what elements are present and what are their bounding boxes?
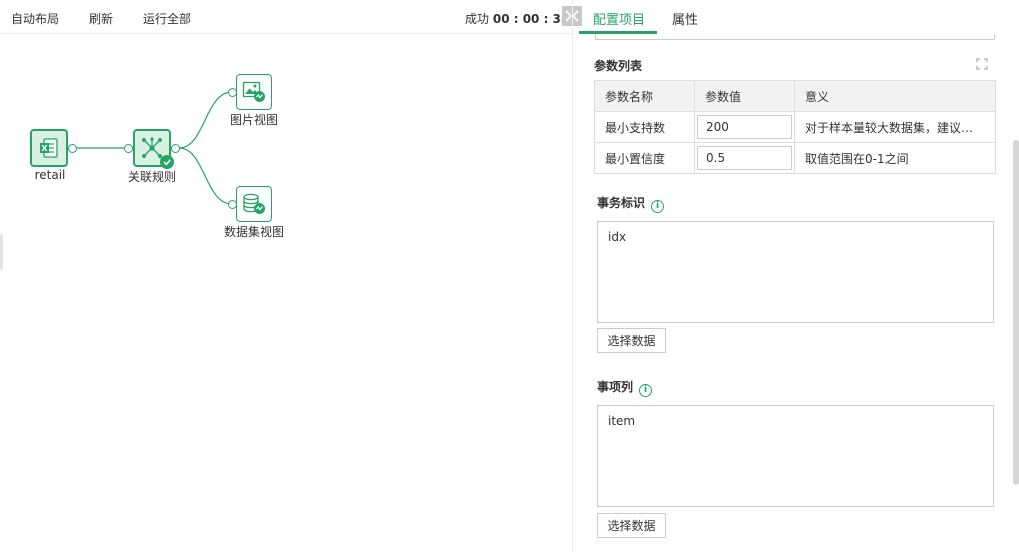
workflow-canvas[interactable]: X retail 关联规则 图片视图 数据集视图 <box>0 34 572 552</box>
node-links <box>77 91 233 205</box>
info-icon[interactable]: i <box>639 384 653 397</box>
select-transaction-data-button[interactable]: 选择数据 <box>597 328 666 353</box>
item-column-field[interactable]: item <box>597 405 994 507</box>
node-association-label: 关联规则 <box>127 170 177 184</box>
auto-layout-button[interactable]: 自动布局 <box>11 10 59 27</box>
network-icon <box>142 137 162 158</box>
image-chart-icon <box>242 81 265 102</box>
svg-text:X: X <box>41 144 48 153</box>
transaction-id-field[interactable]: idx <box>597 221 994 323</box>
image-view-input-port[interactable] <box>228 88 237 97</box>
header-meaning: 意义 <box>794 80 996 112</box>
node-dataset-view-label: 数据集视图 <box>223 225 285 239</box>
panel-scrollbar[interactable] <box>1013 140 1019 485</box>
expand-icon[interactable] <box>976 58 988 70</box>
min-support-input[interactable] <box>697 115 792 139</box>
canvas-toolbar: 自动布局 刷新 运行全部 成功 00 : 00 : 35 <box>0 0 572 34</box>
info-icon[interactable]: i <box>651 200 665 213</box>
link-association-image <box>178 91 233 149</box>
database-chart-icon <box>243 193 265 214</box>
refresh-button[interactable]: 刷新 <box>89 10 113 27</box>
node-retail-label: retail <box>34 168 66 182</box>
select-item-data-button[interactable]: 选择数据 <box>597 513 666 538</box>
node-image-view[interactable] <box>236 74 272 110</box>
left-drawer-handle[interactable] <box>0 234 3 270</box>
param-meaning-cell: 取值范围在0-1之间 <box>794 142 996 174</box>
retail-output-port[interactable] <box>68 144 77 153</box>
status-label: 成功 <box>465 12 490 26</box>
table-header-row: 参数名称 参数值 意义 <box>594 80 996 112</box>
association-output-port[interactable] <box>171 144 180 153</box>
success-check-icon <box>160 155 174 169</box>
workflow-editor: 自动布局 刷新 运行全部 成功 00 : 00 : 35 X retail 关联… <box>0 0 1019 552</box>
association-input-port[interactable] <box>124 144 133 153</box>
min-confidence-input[interactable] <box>697 146 792 170</box>
run-all-button[interactable]: 运行全部 <box>143 10 191 27</box>
status-time: 00 : 00 : 35 <box>492 12 570 26</box>
table-row: 最小置信度 取值范围在0-1之间 <box>594 142 996 174</box>
param-name-cell: 最小支持数 <box>594 111 695 143</box>
param-name-cell: 最小置信度 <box>594 142 695 174</box>
previous-field-edge <box>595 34 995 40</box>
item-column-heading: 事项列 i <box>597 378 653 397</box>
param-value-cell <box>694 142 795 174</box>
transaction-id-title: 事务标识 <box>597 196 646 210</box>
excel-file-icon: X <box>40 138 58 158</box>
run-status: 成功 00 : 00 : 35 <box>465 10 569 27</box>
tab-properties[interactable]: 属性 <box>672 9 698 28</box>
tab-config-items[interactable]: 配置项目 <box>593 9 645 28</box>
item-column-title: 事项列 <box>597 380 634 394</box>
node-retail[interactable]: X <box>30 129 68 167</box>
transaction-id-heading: 事务标识 i <box>597 194 665 213</box>
header-param-value: 参数值 <box>694 80 795 112</box>
panel-tabs: 配置项目 属性 <box>573 0 1019 34</box>
table-row: 最小支持数 对于样本量较大数据集，建议：最小支持数设置为样本量的1%-10% <box>594 111 996 143</box>
param-meaning-cell: 对于样本量较大数据集，建议：最小支持数设置为样本量的1%-10% <box>794 111 996 143</box>
node-image-view-label: 图片视图 <box>229 113 279 127</box>
node-dataset-view[interactable] <box>236 186 272 222</box>
config-panel: 配置项目 属性 参数列表 参数名称 参数值 意义 最小支持数 对于样本量较大数据… <box>572 0 1019 552</box>
header-param-name: 参数名称 <box>594 80 695 112</box>
link-association-dataset <box>178 147 233 205</box>
dataset-view-input-port[interactable] <box>228 200 237 209</box>
param-list-title: 参数列表 <box>594 59 643 73</box>
param-table: 参数名称 参数值 意义 最小支持数 对于样本量较大数据集，建议：最小支持数设置为… <box>594 80 996 174</box>
param-value-cell <box>694 111 795 143</box>
